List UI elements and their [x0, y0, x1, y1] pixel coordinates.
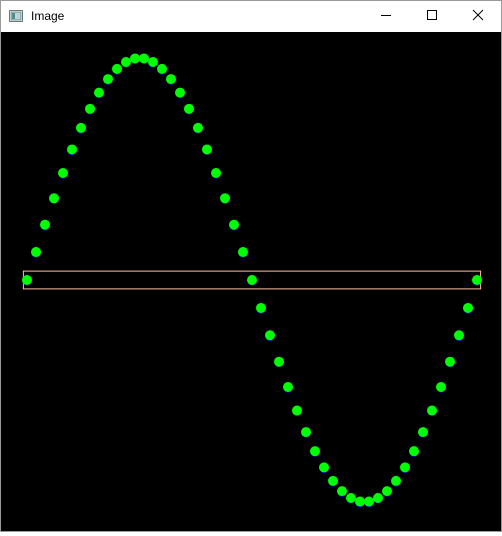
data-point	[22, 275, 32, 285]
data-point	[256, 302, 266, 313]
data-point	[103, 74, 113, 85]
data-point	[67, 144, 77, 155]
data-point	[454, 330, 464, 341]
close-icon	[472, 8, 484, 26]
data-point	[49, 193, 59, 204]
data-point	[31, 247, 41, 258]
data-point	[346, 493, 356, 504]
data-point	[436, 382, 446, 393]
minimize-button[interactable]	[363, 1, 409, 32]
maximize-button[interactable]	[409, 1, 455, 32]
data-point	[463, 302, 473, 313]
close-button[interactable]	[455, 1, 501, 32]
data-point	[220, 193, 230, 204]
data-point	[94, 87, 104, 98]
data-point	[364, 496, 374, 507]
data-point	[247, 275, 257, 285]
data-point	[157, 63, 167, 74]
data-point	[382, 486, 392, 497]
data-point	[301, 427, 311, 438]
data-point	[175, 87, 185, 98]
data-point	[310, 446, 320, 457]
data-point	[319, 462, 329, 473]
data-point	[265, 330, 275, 341]
data-point	[121, 56, 131, 67]
data-point	[400, 462, 410, 473]
data-point	[85, 103, 95, 114]
sine-scatter-plot	[22, 53, 482, 508]
data-point	[139, 53, 149, 64]
data-point	[391, 475, 401, 486]
image-window: Image	[0, 0, 502, 532]
data-point	[58, 167, 68, 178]
data-point	[337, 486, 347, 497]
data-point	[355, 496, 365, 507]
image-canvas	[1, 32, 501, 531]
data-point	[40, 219, 50, 230]
title-bar[interactable]: Image	[1, 1, 501, 32]
data-point	[409, 446, 419, 457]
data-point	[292, 405, 302, 416]
data-point	[328, 475, 338, 486]
window-title: Image	[31, 9, 65, 23]
data-point	[427, 405, 437, 416]
data-point	[202, 144, 212, 155]
data-point	[283, 382, 293, 393]
data-point	[373, 493, 383, 504]
data-point	[112, 63, 122, 74]
maximize-icon	[426, 8, 438, 26]
data-point	[148, 56, 158, 67]
data-point	[418, 427, 428, 438]
data-point	[472, 275, 482, 285]
data-point	[184, 103, 194, 114]
data-point	[274, 356, 284, 367]
data-point	[130, 53, 140, 64]
data-point	[166, 74, 176, 85]
data-point	[76, 122, 86, 133]
data-point	[211, 167, 221, 178]
data-point	[238, 247, 248, 258]
data-point	[445, 356, 455, 367]
minimize-icon	[380, 8, 392, 26]
data-point	[193, 122, 203, 133]
image-window-icon	[9, 9, 23, 22]
data-point	[229, 219, 239, 230]
